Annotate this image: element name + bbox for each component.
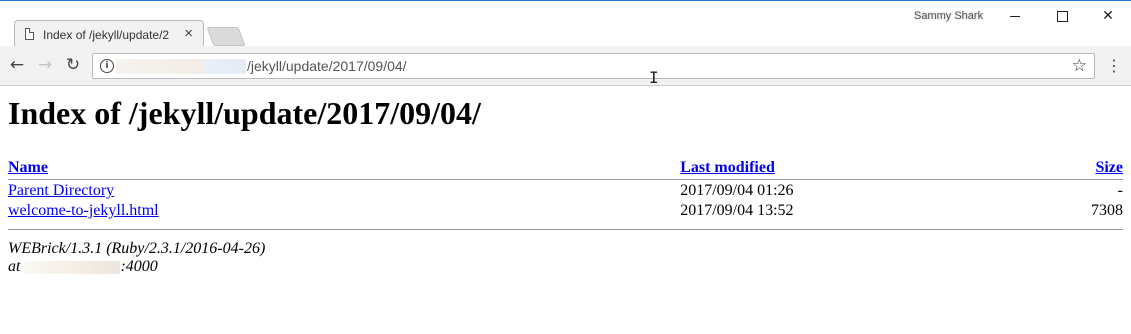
new-tab-button[interactable] [206,27,246,46]
server-address: at :4000 [8,258,1123,276]
footer-divider [8,229,1123,231]
document-icon [25,28,34,40]
table-row: Parent Directory 2017/09/04 01:26 - [8,180,1123,200]
parent-directory-link[interactable]: Parent Directory [8,182,114,199]
minimize-button[interactable] [992,1,1038,31]
column-name-header: Name [8,159,680,179]
server-port: :4000 [120,258,158,276]
row-modified: 2017/09/04 13:52 [680,202,794,220]
address-bar[interactable]: i /jekyll/update/2017/09/04/ ☆ [92,53,1095,79]
server-footer: WEBrick/1.3.1 (Ruby/2.3.1/2016-04-26) at… [8,240,1123,276]
row-modified: 2017/09/04 01:26 [680,182,794,200]
back-button[interactable]: ← [6,54,28,76]
maximize-icon [1056,10,1068,22]
page-content: Index of /jekyll/update/2017/09/04/ Name… [8,86,1123,276]
bookmark-star-icon[interactable]: ☆ [1072,56,1087,76]
reload-button[interactable]: ↻ [62,54,84,76]
browser-tab[interactable]: Index of /jekyll/update/2 × [14,20,204,48]
server-signature: WEBrick/1.3.1 (Ruby/2.3.1/2016-04-26) [8,240,266,258]
forward-button[interactable]: → [34,54,56,76]
at-label: at [8,258,21,276]
close-tab-icon[interactable]: × [184,25,193,42]
maximize-button[interactable] [1039,1,1085,31]
sort-by-modified-link[interactable]: Last modified [680,159,775,176]
profile-name[interactable]: Sammy Shark [914,10,983,22]
table-header-row: Name Last modified Size [8,159,1123,179]
row-size: - [1117,182,1123,200]
redacted-host [116,59,246,74]
directory-listing: Name Last modified Size Parent Directory… [8,159,1123,220]
column-size-header: Size [980,159,1123,179]
redacted-ip [24,261,121,275]
row-size: 7308 [1091,202,1123,220]
close-window-button[interactable]: ✕ [1085,1,1131,31]
address-path: /jekyll/update/2017/09/04/ [247,58,407,74]
page-heading: Index of /jekyll/update/2017/09/04/ [8,95,481,131]
info-icon[interactable]: i [100,59,114,73]
column-modified-header: Last modified [680,159,980,179]
browser-menu-icon[interactable]: ⋮ [1106,55,1122,77]
table-row: welcome-to-jekyll.html 2017/09/04 13:52 … [8,200,1123,220]
browser-toolbar: ← → ↻ i /jekyll/update/2017/09/04/ ☆ ⋮ [0,46,1131,86]
sort-by-size-link[interactable]: Size [1095,159,1123,176]
sort-by-name-link[interactable]: Name [8,159,48,176]
title-bar: Index of /jekyll/update/2 × Sammy Shark … [0,0,1131,48]
minimize-icon [1010,15,1020,17]
text-cursor-icon: I [649,68,659,87]
tab-title: Index of /jekyll/update/2 [43,28,170,42]
file-link[interactable]: welcome-to-jekyll.html [8,202,159,219]
